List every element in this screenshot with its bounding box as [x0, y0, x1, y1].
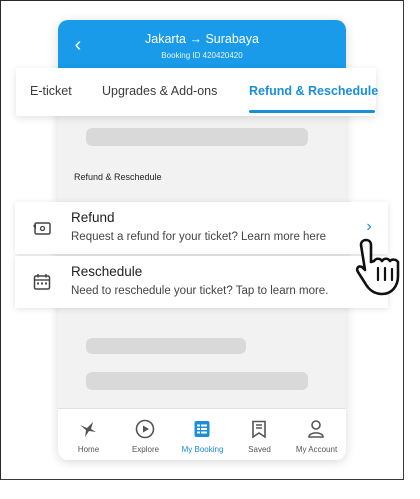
- loading-placeholder: [86, 372, 308, 390]
- loading-placeholder: [86, 338, 246, 354]
- bottom-navigation: Home Explore My Booking Saved My Account: [58, 408, 346, 460]
- chevron-right-icon[interactable]: ›: [362, 217, 376, 237]
- section-title: Refund & Reschedule: [74, 172, 162, 182]
- play-circle-icon: [135, 419, 155, 439]
- screenshot-frame: ‹ Jakarta → Surabaya Booking ID 42042042…: [0, 0, 420, 499]
- nav-label: Home: [77, 445, 100, 454]
- nav-label: My Booking: [181, 445, 224, 454]
- bird-home-icon: [80, 422, 96, 437]
- refund-subtitle: Request a refund for your ticket? Learn …: [71, 231, 327, 243]
- reschedule-card[interactable]: Reschedule Need to reschedule your ticke…: [15, 256, 388, 308]
- bookmark-icon: [252, 420, 266, 439]
- ticket-refund-icon: [33, 222, 51, 235]
- nav-label: My Account: [295, 445, 338, 454]
- tab-refund-reschedule[interactable]: Refund & Reschedule: [249, 84, 378, 98]
- refund-title: Refund: [71, 210, 115, 225]
- nav-my-booking[interactable]: My Booking: [174, 409, 231, 460]
- booking-id: Booking ID 420420420: [161, 51, 243, 60]
- tab-upgrades-add-ons[interactable]: Upgrades & Add-ons: [102, 84, 217, 98]
- nav-explore[interactable]: Explore: [117, 409, 174, 460]
- nav-my-account[interactable]: My Account: [288, 409, 345, 460]
- route-title: Jakarta → Surabaya: [145, 32, 259, 46]
- pointing-hand-cursor-icon: [355, 238, 400, 296]
- nav-label: Saved: [248, 445, 271, 454]
- booking-list-icon: [194, 421, 210, 437]
- loading-placeholder: [86, 128, 308, 146]
- reschedule-subtitle: Need to reschedule your ticket? Tap to l…: [71, 285, 329, 297]
- calendar-reschedule-icon: [33, 274, 51, 290]
- nav-home[interactable]: Home: [60, 409, 117, 460]
- nav-label: Explore: [131, 445, 160, 454]
- reschedule-title: Reschedule: [71, 264, 143, 279]
- refund-card[interactable]: Refund Request a refund for your ticket?…: [15, 202, 388, 254]
- tab-bar: E-ticket Upgrades & Add-ons Refund & Res…: [16, 68, 378, 116]
- tab-e-ticket[interactable]: E-ticket: [30, 84, 72, 98]
- person-icon: [308, 420, 324, 438]
- nav-saved[interactable]: Saved: [231, 409, 288, 460]
- active-tab-indicator: [249, 110, 375, 113]
